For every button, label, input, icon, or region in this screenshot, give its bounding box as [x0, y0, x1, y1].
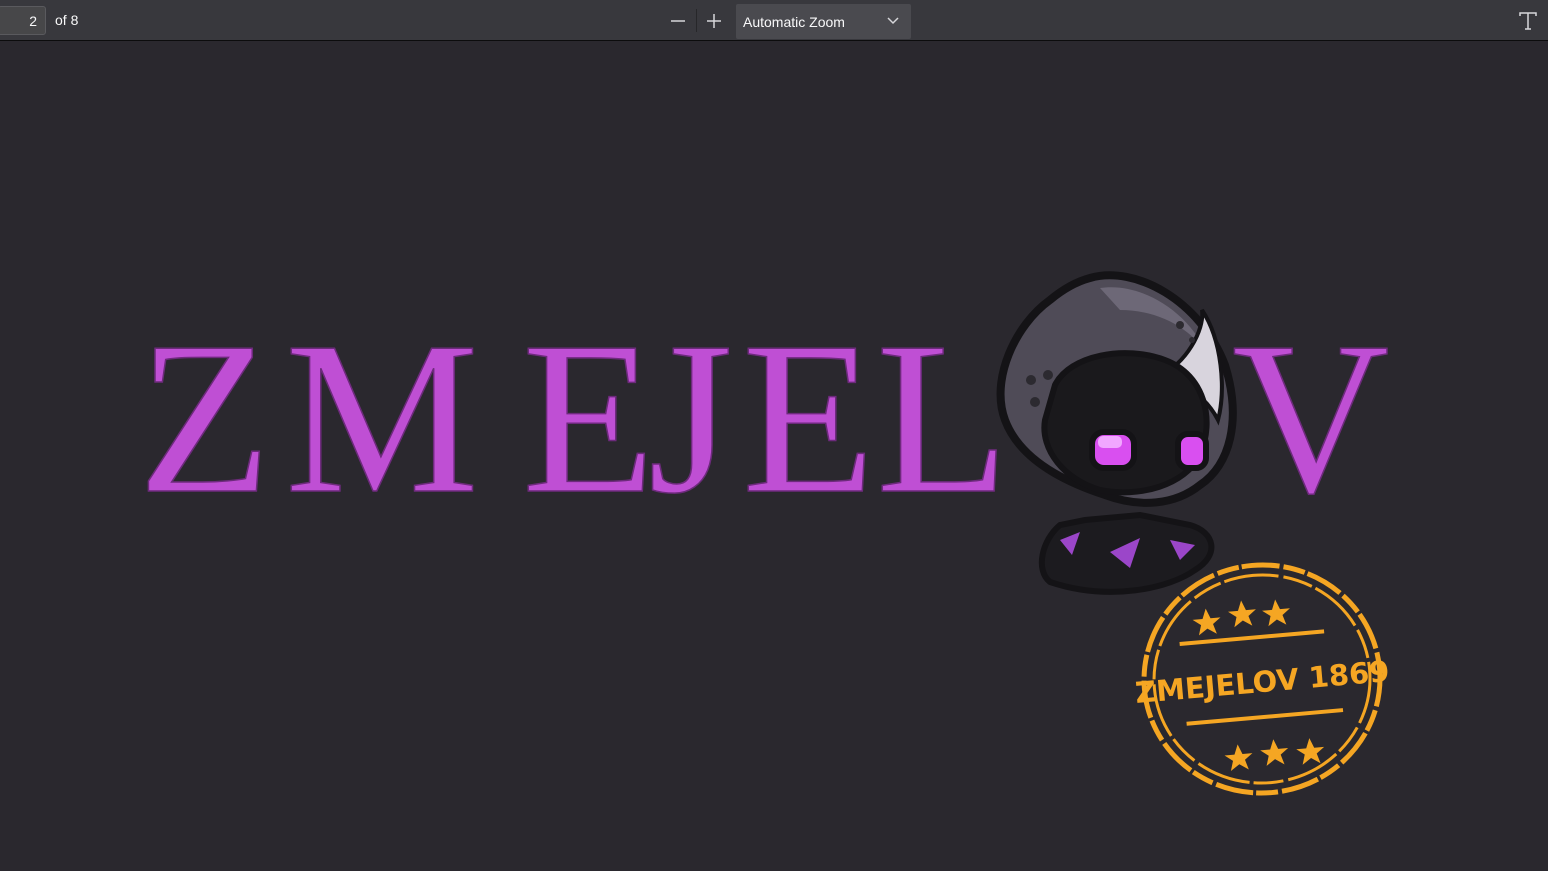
text-tool-button[interactable] — [1513, 6, 1543, 35]
chevron-down-icon — [887, 17, 899, 25]
zoom-in-button[interactable] — [699, 6, 729, 35]
pdf-toolbar: of 8 Automatic Zoom — [0, 0, 1548, 41]
minus-icon — [671, 19, 685, 22]
logo-letter: V — [1231, 298, 1390, 539]
logo-letter: Z — [137, 298, 272, 539]
vintage-stamp: ZMEJELOV 1869 — [1134, 562, 1391, 796]
plus-icon — [707, 13, 721, 28]
stamp-text: ZMEJELOV 1869 — [1134, 654, 1391, 710]
text-tool-icon — [1519, 11, 1537, 30]
document-viewer[interactable]: Z M E J E L V ZMEJELOV 1869 — [0, 42, 1548, 871]
page-number-input[interactable] — [0, 6, 46, 35]
logo-letter: E — [741, 298, 876, 539]
logo-letter: J — [647, 298, 733, 539]
logo-letter: E — [521, 298, 656, 539]
zoom-select-label: Automatic Zoom — [743, 14, 845, 30]
logo-letter: M — [284, 298, 479, 539]
toolbar-divider — [696, 9, 697, 32]
zoom-select[interactable]: Automatic Zoom — [736, 4, 911, 39]
zoom-out-button[interactable] — [663, 6, 693, 35]
page-count-label: of 8 — [55, 12, 79, 28]
